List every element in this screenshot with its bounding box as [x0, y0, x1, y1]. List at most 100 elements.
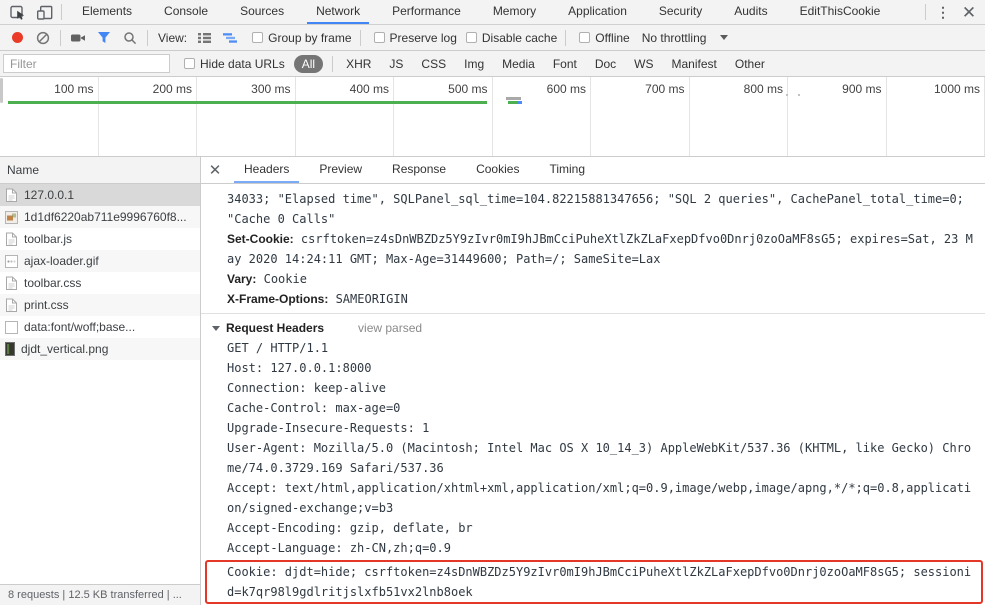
request-row[interactable]: toolbar.css — [0, 272, 200, 294]
filter-all-badge[interactable]: All — [293, 54, 324, 73]
request-name: print.css — [24, 298, 69, 312]
timeline-tick-label: 700 ms — [645, 82, 685, 96]
timeline-tick-label: 1000 ms — [933, 82, 980, 96]
tab-console[interactable]: Console — [155, 0, 217, 24]
disable-cache-label: Disable cache — [481, 30, 558, 45]
search-icon[interactable] — [117, 27, 143, 49]
header-name: Set-Cookie: — [227, 232, 294, 246]
request-detail-panel: ✕ Headers Preview Response Cookies Timing 34… — [201, 157, 985, 605]
request-header-line: Cookie: djdt=hide; csrftoken=z4sDnWBZDz5… — [227, 565, 972, 599]
name-column-header[interactable]: Name — [0, 157, 200, 184]
request-name: 127.0.0.1 — [24, 188, 75, 202]
filter-type-font[interactable]: Font — [547, 57, 583, 71]
detail-tab-response[interactable]: Response — [382, 157, 456, 183]
document-icon — [5, 298, 18, 313]
timeline-column: 600 ms — [493, 77, 591, 156]
divider — [61, 4, 62, 20]
filter-input[interactable] — [3, 54, 170, 73]
overview-scrollbar-thumb[interactable] — [0, 78, 3, 103]
tab-network[interactable]: Network — [307, 0, 370, 24]
filter-type-css[interactable]: CSS — [415, 57, 452, 71]
request-name: toolbar.css — [24, 276, 82, 290]
tab-application[interactable]: Application — [559, 0, 636, 24]
request-row[interactable]: 127.0.0.1 — [0, 184, 200, 206]
filter-type-xhr[interactable]: XHR — [340, 57, 377, 71]
filter-type-list: XHR JS CSS Img Media Font Doc WS Manifest Other — [337, 57, 774, 71]
dark-image-icon — [5, 342, 15, 356]
request-rows: 127.0.0.1 1d1df6220ab711e9996760f8... tool… — [0, 184, 200, 584]
filter-type-manifest[interactable]: Manifest — [666, 57, 723, 71]
divider — [565, 29, 567, 46]
tab-memory[interactable]: Memory — [484, 0, 545, 24]
detail-tab-preview[interactable]: Preview — [309, 157, 372, 183]
detail-tab-cookies[interactable]: Cookies — [466, 157, 529, 183]
use-large-rows-icon[interactable] — [191, 27, 217, 49]
tab-editthiscookie[interactable]: EditThisCookie — [791, 0, 890, 24]
network-status-bar: 8 requests | 12.5 KB transferred | ... — [0, 584, 200, 605]
header-text-line: User-Agent: Mozilla/5.0 (Macintosh; Inte… — [227, 441, 972, 475]
network-toolbar: View: Group by frame Preserve log Disabl… — [0, 25, 985, 51]
hide-data-urls-checkbox[interactable] — [184, 58, 195, 69]
inspect-element-icon[interactable] — [5, 1, 31, 23]
timeline-column: 1000 ms — [887, 77, 985, 156]
timeline-tick-label: 100 ms — [54, 82, 94, 96]
triangle-down-icon[interactable] — [212, 325, 220, 331]
tab-performance[interactable]: Performance — [383, 0, 470, 24]
close-detail-icon[interactable]: ✕ — [201, 157, 229, 183]
close-devtools-icon[interactable]: ✕ — [956, 1, 982, 23]
main-tabs: Elements Console Sources Network Performance… — [66, 0, 896, 24]
request-row[interactable]: print.css — [0, 294, 200, 316]
more-options-icon[interactable]: ⋮ — [930, 1, 956, 23]
record-network-log-icon[interactable] — [4, 27, 30, 49]
filter-type-doc[interactable]: Doc — [589, 57, 622, 71]
detail-tab-headers[interactable]: Headers — [234, 157, 300, 183]
request-name: toolbar.js — [24, 232, 73, 246]
filter-type-img[interactable]: Img — [458, 57, 490, 71]
image-icon — [5, 210, 18, 224]
filter-type-ws[interactable]: WS — [628, 57, 659, 71]
view-label: View: — [158, 30, 188, 45]
view-parsed-link[interactable]: view parsed — [358, 318, 422, 338]
divider — [359, 29, 361, 46]
capture-screenshots-icon[interactable] — [65, 27, 91, 49]
disable-cache-checkbox[interactable] — [465, 32, 477, 43]
request-row[interactable]: data:font/woff;base... — [0, 316, 200, 338]
overview-waterfall-bar-grey — [506, 97, 521, 100]
detail-tab-timing[interactable]: Timing — [539, 157, 595, 183]
timeline-tick-label: 500 ms — [448, 82, 488, 96]
group-by-frame-checkbox[interactable] — [252, 32, 264, 43]
tab-sources[interactable]: Sources — [231, 0, 293, 24]
filter-type-other[interactable]: Other — [729, 57, 771, 71]
filter-funnel-icon[interactable] — [91, 27, 117, 49]
timeline-column: 800 ms — [690, 77, 788, 156]
header-value: csrftoken=z4sDnWBZDz5Y9zIvr0mI9hJBmCciPu… — [227, 232, 973, 266]
document-icon — [5, 188, 18, 203]
throttling-select[interactable]: No throttling — [642, 31, 707, 45]
document-icon — [5, 232, 18, 247]
request-name: ajax-loader.gif — [24, 254, 99, 268]
offline-checkbox[interactable] — [579, 32, 591, 43]
section-divider — [201, 313, 985, 314]
header-text-line: Accept-Language: zh-CN,zh;q=0.9 — [227, 541, 451, 555]
request-row[interactable]: ajax-loader.gif — [0, 250, 200, 272]
section-title: Request Headers — [226, 321, 325, 335]
tab-security[interactable]: Security — [650, 0, 711, 24]
overview-green-line — [8, 101, 487, 104]
network-split-view: Name 127.0.0.1 1d1df6220ab711e9996760f8..… — [0, 157, 985, 605]
device-toolbar-icon[interactable] — [31, 1, 57, 23]
chevron-down-icon[interactable] — [720, 35, 729, 40]
preserve-log-checkbox[interactable] — [373, 32, 385, 43]
tab-elements[interactable]: Elements — [73, 0, 141, 24]
request-row[interactable]: djdt_vertical.png — [0, 338, 200, 360]
filter-type-media[interactable]: Media — [496, 57, 541, 71]
filter-type-js[interactable]: JS — [383, 57, 409, 71]
header-text-line: 34033; "Elapsed time", SQLPanel_sql_time… — [227, 192, 972, 226]
request-row[interactable]: toolbar.js — [0, 228, 200, 250]
tab-audits[interactable]: Audits — [725, 0, 776, 24]
request-row[interactable]: 1d1df6220ab711e9996760f8... — [0, 206, 200, 228]
clear-icon[interactable] — [30, 27, 56, 49]
network-overview-timeline[interactable]: 1000 ms 900 ms 800 ms 700 ms 600 ms 500 ms 400… — [0, 77, 985, 157]
cookie-highlight-box: Cookie: djdt=hide; csrftoken=z4sDnWBZDz5… — [205, 560, 983, 604]
header-value: Cookie — [263, 272, 307, 286]
show-overview-waterfall-icon[interactable] — [217, 27, 243, 49]
